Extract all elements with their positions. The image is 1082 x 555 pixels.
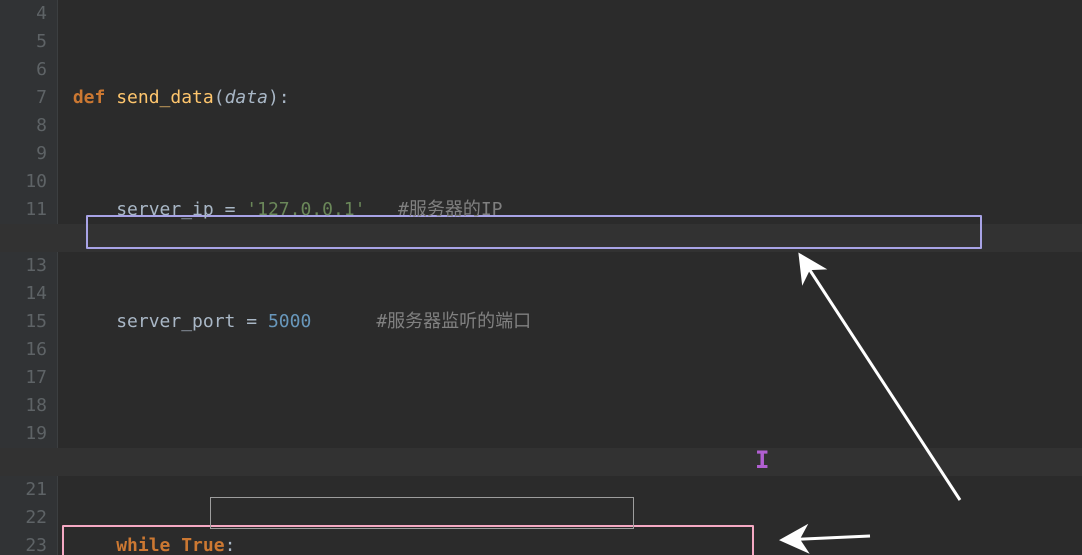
lineno: 18 — [0, 392, 47, 420]
comment: #服务器的IP — [398, 199, 503, 220]
ibeam-cursor-icon: I — [755, 446, 769, 474]
fn-name: send_data — [116, 87, 214, 108]
kw-true: True — [181, 535, 224, 555]
code-line[interactable]: while True: — [62, 532, 1082, 555]
lineno: 15 — [0, 308, 47, 336]
lineno: 11 — [0, 196, 47, 224]
str-ip: '127.0.0.1' — [246, 199, 365, 220]
lineno: 9 — [0, 140, 47, 168]
var-server-port: server_port — [116, 311, 235, 332]
annotation-box-thin — [210, 497, 634, 529]
lineno: 5 — [0, 28, 47, 56]
lineno: 10 — [0, 168, 47, 196]
param-data: data — [225, 87, 268, 108]
lineno: 6 — [0, 56, 47, 84]
code-line[interactable]: server_ip = '127.0.0.1' #服务器的IP — [62, 196, 1082, 224]
lineno: 17 — [0, 364, 47, 392]
lineno: 13 — [0, 252, 47, 280]
num-port: 5000 — [268, 311, 311, 332]
var-server-ip: server_ip — [116, 199, 214, 220]
lineno: 23 — [0, 532, 47, 555]
code-line[interactable]: server_port = 5000 #服务器监听的端口 — [62, 308, 1082, 336]
lineno: 4 — [0, 0, 47, 28]
lineno: 7 — [0, 84, 47, 112]
kw-while: while — [116, 535, 170, 555]
lineno: 16 — [0, 336, 47, 364]
code-line[interactable] — [62, 420, 1082, 448]
code-line[interactable]: def send_data(data): — [62, 84, 1082, 112]
lineno: 14 — [0, 280, 47, 308]
code-editor[interactable]: 4 5 6 7 8 9 10 11 12 13 14 15 16 17 18 1… — [0, 0, 1082, 555]
lineno: 19 — [0, 420, 47, 448]
code-area[interactable]: def send_data(data): server_ip = '127.0.… — [58, 0, 1082, 555]
comment: #服务器监听的端口 — [376, 311, 531, 332]
kw-def: def — [73, 87, 106, 108]
lineno: 8 — [0, 112, 47, 140]
lineno: 21 — [0, 476, 47, 504]
lineno: 22 — [0, 504, 47, 532]
